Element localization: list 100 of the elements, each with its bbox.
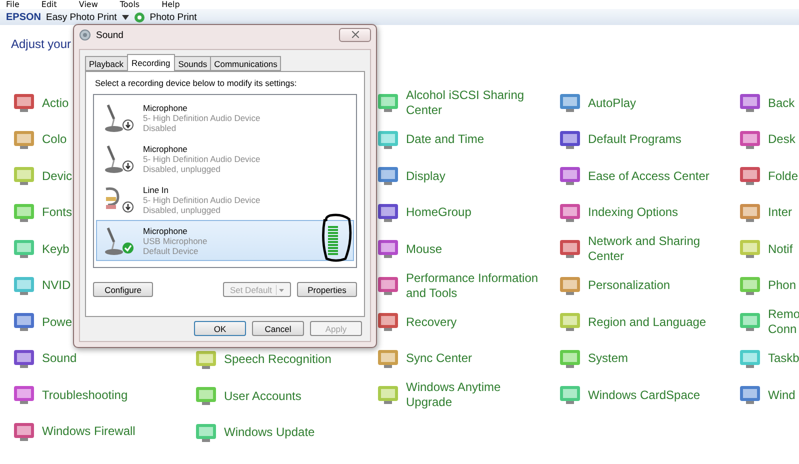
control-panel-link[interactable]: Fonts xyxy=(42,205,72,220)
panel-button[interactable]: Configure xyxy=(93,282,153,297)
control-panel-link[interactable]: Mouse xyxy=(406,242,442,257)
control-panel-link[interactable]: Powe xyxy=(42,314,72,330)
brand-logo: EPSON xyxy=(6,12,42,22)
app-icon xyxy=(739,276,761,295)
app-icon xyxy=(13,350,35,368)
control-panel-link[interactable]: Recovery xyxy=(406,314,457,330)
close-button[interactable] xyxy=(339,28,371,42)
tab[interactable]: Communications xyxy=(210,56,282,71)
tab[interactable]: Sounds xyxy=(174,56,212,71)
app-icon xyxy=(377,313,399,332)
tab[interactable]: Recording xyxy=(126,54,176,71)
control-panel-link[interactable]: Date and Time xyxy=(406,132,484,148)
app-icon xyxy=(377,94,399,112)
app-icon xyxy=(739,204,761,222)
menu-item[interactable]: Help xyxy=(162,1,180,9)
control-panel-link[interactable]: Ease of Access Center xyxy=(588,168,710,184)
instruction-text: Select a recording device below to modify its settings: xyxy=(95,78,298,88)
menu-item[interactable]: File xyxy=(6,1,20,9)
control-panel-link[interactable]: Personalization xyxy=(588,278,670,294)
microphone-icon xyxy=(103,102,123,132)
control-panel-link[interactable]: Alcohol iSCSI Sharing Center xyxy=(406,88,524,118)
control-panel-link[interactable]: Sync Center xyxy=(406,351,472,366)
app-icon xyxy=(739,350,761,368)
app-icon xyxy=(739,130,761,149)
control-panel-link[interactable]: Desk xyxy=(768,132,796,148)
app-icon xyxy=(559,130,581,149)
control-panel-link[interactable]: Back xyxy=(768,96,795,111)
control-panel-link[interactable]: Windows Anytime Upgrade xyxy=(406,380,501,410)
control-panel-link[interactable]: Taskb xyxy=(768,351,799,366)
device-name: Line In xyxy=(143,184,170,194)
microphone-icon xyxy=(103,144,123,174)
control-panel-link[interactable]: Default Programs xyxy=(588,132,682,148)
control-panel-link[interactable]: Windows CardSpace xyxy=(588,388,700,403)
tab[interactable]: Playback xyxy=(85,56,128,71)
control-panel-link[interactable]: Devic xyxy=(42,168,72,184)
app-icon xyxy=(559,167,581,186)
control-panel-link[interactable]: Speech Recognition xyxy=(224,352,332,368)
control-panel-link[interactable]: HomeGroup xyxy=(406,205,472,220)
control-panel-link[interactable]: Keyb xyxy=(42,242,70,257)
app-icon xyxy=(377,350,399,368)
control-panel-link[interactable]: System xyxy=(588,351,628,366)
app-icon xyxy=(13,94,35,112)
device-status: Disabled xyxy=(143,122,178,132)
device-row[interactable]: Line In 5- High Definition Audio Device Disabled, unplugged xyxy=(96,179,354,220)
device-row[interactable]: Microphone 5- High Definition Audio Device Disabled, unplugged xyxy=(96,138,354,179)
close-icon[interactable] xyxy=(352,30,358,38)
control-panel-link[interactable]: Windows Firewall xyxy=(42,424,136,440)
app-icon xyxy=(559,240,581,258)
app-icon xyxy=(559,350,581,368)
control-panel-link[interactable]: Wind xyxy=(768,388,796,403)
control-panel-link[interactable]: Notif xyxy=(768,242,793,257)
control-panel-link[interactable]: Phon xyxy=(768,278,796,294)
app-icon xyxy=(739,313,761,332)
dialog-button[interactable]: Cancel xyxy=(252,321,304,336)
control-panel-link[interactable]: Windows Update xyxy=(224,425,315,440)
microphone-icon xyxy=(103,226,123,256)
control-panel-link[interactable]: Sound xyxy=(42,351,77,366)
menu-item[interactable]: Edit xyxy=(41,1,57,9)
device-driver: USB Microphone xyxy=(143,236,208,246)
panel-button[interactable]: Properties xyxy=(297,282,357,297)
control-panel-link[interactable]: Troubleshooting xyxy=(42,388,128,403)
app-icon xyxy=(559,204,581,222)
app-icon xyxy=(377,386,399,404)
app-icon xyxy=(559,276,581,295)
caret-icon[interactable] xyxy=(122,14,129,20)
control-panel-link[interactable]: User Accounts xyxy=(224,388,302,404)
toolbar-item[interactable]: Photo Print xyxy=(150,12,197,22)
control-panel-link[interactable]: AutoPlay xyxy=(588,96,636,111)
control-panel-link[interactable]: Region and Language xyxy=(588,314,706,330)
control-panel-link[interactable]: Folde xyxy=(768,168,798,184)
control-panel-link[interactable]: Indexing Options xyxy=(588,205,678,220)
device-row[interactable]: Microphone 5- High Definition Audio Device Disabled xyxy=(96,97,354,138)
app-icon xyxy=(377,167,399,186)
app-icon xyxy=(739,386,761,404)
device-driver: 5- High Definition Audio Device xyxy=(143,112,262,122)
app-icon xyxy=(13,167,35,186)
device-name: Microphone xyxy=(143,144,188,154)
app-icon xyxy=(13,386,35,404)
app-icon xyxy=(739,94,761,112)
app-icon xyxy=(377,130,399,149)
control-panel-link[interactable]: Network and Sharing Center xyxy=(588,234,700,264)
device-row[interactable]: Microphone USB Microphone Default Device xyxy=(96,220,354,261)
dialog-button[interactable]: OK xyxy=(194,321,246,336)
control-panel-link[interactable]: NVID xyxy=(42,278,71,294)
control-panel-link[interactable]: Inter xyxy=(768,205,792,220)
app-icon xyxy=(13,422,35,441)
control-panel-link[interactable]: Display xyxy=(406,168,446,184)
control-panel-link[interactable]: Colo xyxy=(42,132,67,148)
menu-item[interactable]: View xyxy=(78,1,98,9)
control-panel-link[interactable]: Actio xyxy=(42,96,69,111)
control-panel-link[interactable]: Performance Information and Tools xyxy=(406,270,538,301)
app-icon xyxy=(13,130,35,149)
toolbar-item[interactable]: Easy Photo Print xyxy=(46,12,117,22)
app-icon xyxy=(195,387,217,406)
app-icon xyxy=(195,350,217,369)
dialog-title: Sound xyxy=(96,30,124,40)
menu-item[interactable]: Tools xyxy=(120,1,140,9)
app-icon xyxy=(13,313,35,332)
